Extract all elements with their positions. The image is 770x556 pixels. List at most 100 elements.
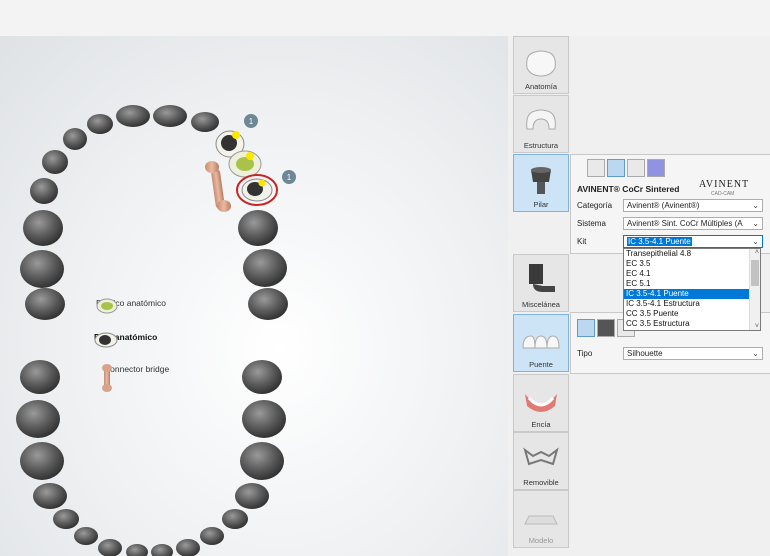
kit-option[interactable]: CC 3.5 Estructura (624, 319, 760, 329)
kit-option[interactable]: IC 3.5-4.1 Estructura (624, 299, 760, 309)
tooth (20, 360, 60, 394)
dental-arch[interactable]: 1 1 (0, 36, 508, 556)
abutment-icon (531, 167, 551, 194)
abutment-type-2-button[interactable] (607, 159, 625, 177)
tool-puente[interactable]: Puente (513, 314, 569, 372)
bridge-type-2-button[interactable] (597, 319, 615, 337)
kit-option[interactable]: EC 5.1 (624, 279, 760, 289)
lower-teeth[interactable] (16, 360, 286, 556)
chevron-down-icon: ⌄ (752, 349, 759, 358)
tooth (200, 527, 224, 545)
tooth (87, 114, 113, 134)
tooth (235, 483, 269, 509)
tooth (242, 360, 282, 394)
gingiva-icon (525, 394, 557, 412)
tooth (240, 442, 284, 480)
kit-option[interactable]: Transepithelial 4.8 (624, 249, 760, 259)
chevron-down-icon: ⌄ (752, 201, 759, 210)
abutment-markers[interactable] (215, 130, 278, 206)
tooth (243, 249, 287, 287)
tooth (126, 544, 148, 556)
connector-legend-icon (102, 364, 112, 392)
tool-modelo[interactable]: Modelo (513, 490, 569, 548)
kit-label: Kit (577, 237, 587, 246)
tooth (53, 509, 79, 529)
dental-arch-viewport[interactable]: 1 1 Póntico anatómico Pilar anatómico Co… (0, 36, 508, 556)
tool-pilar[interactable]: Pilar (513, 154, 569, 212)
scroll-down-icon[interactable]: ˅ (755, 323, 759, 330)
tool-removible-label: Removible (523, 478, 559, 487)
tooth (25, 288, 65, 320)
tipo-select[interactable]: Silhouette ⌄ (623, 347, 763, 360)
tipo-value: Silhouette (627, 349, 663, 358)
abutment-type-1-button[interactable] (587, 159, 605, 177)
tooth (191, 112, 219, 132)
tool-anatomia-label: Anatomía (524, 82, 558, 91)
tooth (151, 544, 173, 556)
upper-teeth[interactable] (20, 105, 288, 320)
tool-miscelanea[interactable]: Miscelánea (513, 254, 569, 312)
tooth (33, 483, 67, 509)
legend-pilar: Pilar anatómico (94, 332, 157, 348)
tooth (176, 539, 200, 556)
tooth (74, 527, 98, 545)
tooth (20, 442, 64, 480)
tooth (242, 400, 286, 438)
kit-option[interactable]: IC 3.5-4.1 Puente (624, 289, 760, 299)
tooth (116, 105, 150, 127)
badge-1: 1 (244, 114, 258, 128)
svg-text:1: 1 (287, 173, 292, 182)
structure-coping-icon (526, 109, 556, 130)
tool-estructura[interactable]: Estructura (513, 95, 569, 153)
kit-options: Transepithelial 4.8 EC 3.5 EC 4.1 EC 5.1 IC … (624, 249, 760, 329)
chevron-down-icon: ⌄ (752, 219, 759, 228)
material-title: AVINENT® CoCr Sintered (577, 184, 680, 194)
dropdown-scroll-thumb[interactable] (751, 260, 759, 286)
pilar-legend-icon (94, 332, 118, 348)
kit-dropdown-list[interactable]: Transepithelial 4.8 EC 3.5 EC 4.1 EC 5.1 IC … (623, 248, 761, 331)
tooth (63, 128, 87, 150)
tool-encia-label: Encía (531, 420, 551, 429)
tooth (222, 509, 248, 529)
categoria-select[interactable]: Avinent® (Avinent®) ⌄ (623, 199, 763, 212)
bridge-type-1-button[interactable] (577, 319, 595, 337)
legend-pontic: Póntico anatómico (96, 298, 166, 314)
brand-logo: AVINENT (699, 179, 750, 190)
tooth (30, 178, 58, 204)
tool-anatomia[interactable]: Anatomía (513, 36, 569, 94)
kit-option[interactable]: EC 3.5 (624, 259, 760, 269)
top-bar (0, 0, 770, 36)
kit-select[interactable]: IC 3.5-4.1 Puente ⌄ (623, 235, 763, 248)
brand-sub: CAD-CAM (711, 191, 735, 197)
kit-value: IC 3.5-4.1 Puente (627, 237, 692, 246)
svg-text:1: 1 (249, 117, 254, 126)
tooth (23, 210, 63, 246)
sistema-value: Avinent® Sint. CoCr Múltiples (A (627, 219, 743, 228)
scroll-up-icon[interactable]: ˄ (755, 249, 759, 256)
categoria-label: Categoría (577, 201, 613, 210)
abutment-type-4-button[interactable] (647, 159, 665, 177)
abutment-type-3-button[interactable] (627, 159, 645, 177)
tool-encia[interactable]: Encía (513, 374, 569, 432)
removable-frame-icon (523, 447, 559, 466)
sistema-label: Sistema (577, 219, 606, 228)
categoria-value: Avinent® (Avinent®) (627, 201, 700, 210)
bridge-icon (522, 335, 560, 349)
tooth (248, 288, 288, 320)
sistema-select[interactable]: Avinent® Sint. CoCr Múltiples (A ⌄ (623, 217, 763, 230)
kit-option[interactable]: EC 4.1 (624, 269, 760, 279)
tooth (238, 210, 278, 246)
connector-bridge[interactable] (205, 161, 231, 212)
tipo-label: Tipo (577, 349, 593, 358)
yellow-dot (232, 131, 240, 139)
yellow-dot (258, 179, 266, 187)
model-icon (524, 515, 558, 525)
yellow-dot (246, 152, 254, 160)
tool-puente-label: Puente (529, 360, 553, 369)
kit-option[interactable]: CC 3.5 Puente (624, 309, 760, 319)
tool-removible[interactable]: Removible (513, 432, 569, 490)
tooth (153, 105, 187, 127)
pilar-panel: AVINENT® CoCr Sintered AVINENT CAD-CAM C… (570, 154, 770, 254)
tool-estructura-label: Estructura (523, 141, 559, 150)
pontic-legend-icon (96, 298, 118, 314)
